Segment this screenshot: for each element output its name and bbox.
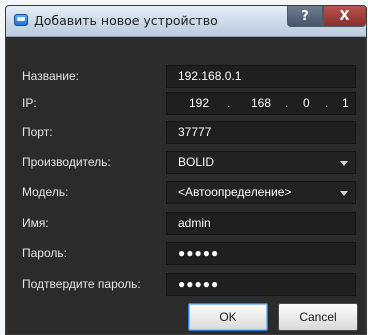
username-field[interactable]: admin: [166, 212, 356, 235]
manufacturer-dropdown[interactable]: BOLID: [166, 151, 356, 174]
ip-octet-2[interactable]: 168: [251, 93, 271, 114]
username-label: Имя:: [22, 216, 49, 230]
ip-octet-3[interactable]: 0: [303, 93, 310, 114]
port-field[interactable]: 37777: [166, 121, 356, 144]
ip-octet-4[interactable]: 1: [342, 93, 349, 114]
model-value: <Автоопределение>: [178, 185, 292, 199]
password-label: Пароль:: [22, 246, 67, 260]
manufacturer-value: BOLID: [178, 155, 215, 169]
manufacturer-label: Производитель:: [22, 155, 111, 169]
confirm-password-field[interactable]: ●●●●●: [166, 273, 356, 296]
model-dropdown[interactable]: <Автоопределение>: [166, 181, 356, 204]
dropdown-arrow-icon[interactable]: [340, 191, 348, 196]
ip-address-field[interactable]: 192 . 168 . 0 . 1: [166, 92, 356, 115]
ip-label: IP:: [22, 96, 37, 110]
ip-separator-2: .: [285, 96, 289, 110]
name-label: Название:: [22, 69, 79, 83]
ip-octet-1[interactable]: 192: [189, 93, 209, 114]
title-bar[interactable]: Добавить новое устройство ? X: [6, 6, 366, 37]
close-button[interactable]: X: [323, 6, 366, 27]
ip-separator-3: .: [325, 96, 329, 110]
ok-button[interactable]: OK: [188, 303, 268, 331]
name-field[interactable]: 192.168.0.1: [166, 65, 356, 88]
add-device-dialog: Добавить новое устройство ? X Название: …: [5, 5, 367, 335]
help-button[interactable]: ?: [287, 6, 323, 27]
dialog-title: Добавить новое устройство: [34, 13, 218, 28]
dropdown-arrow-icon[interactable]: [340, 161, 348, 166]
password-field[interactable]: ●●●●●: [166, 242, 356, 265]
confirm-password-label: Подтвердите пароль:: [22, 277, 141, 291]
cancel-button[interactable]: Cancel: [278, 303, 358, 331]
ip-separator-1: .: [227, 96, 231, 110]
app-icon: [14, 14, 28, 26]
dialog-body: Название: 192.168.0.1 IP: 192 . 168 . 0 …: [8, 37, 364, 334]
port-label: Порт:: [22, 125, 53, 139]
model-label: Модель:: [22, 185, 69, 199]
